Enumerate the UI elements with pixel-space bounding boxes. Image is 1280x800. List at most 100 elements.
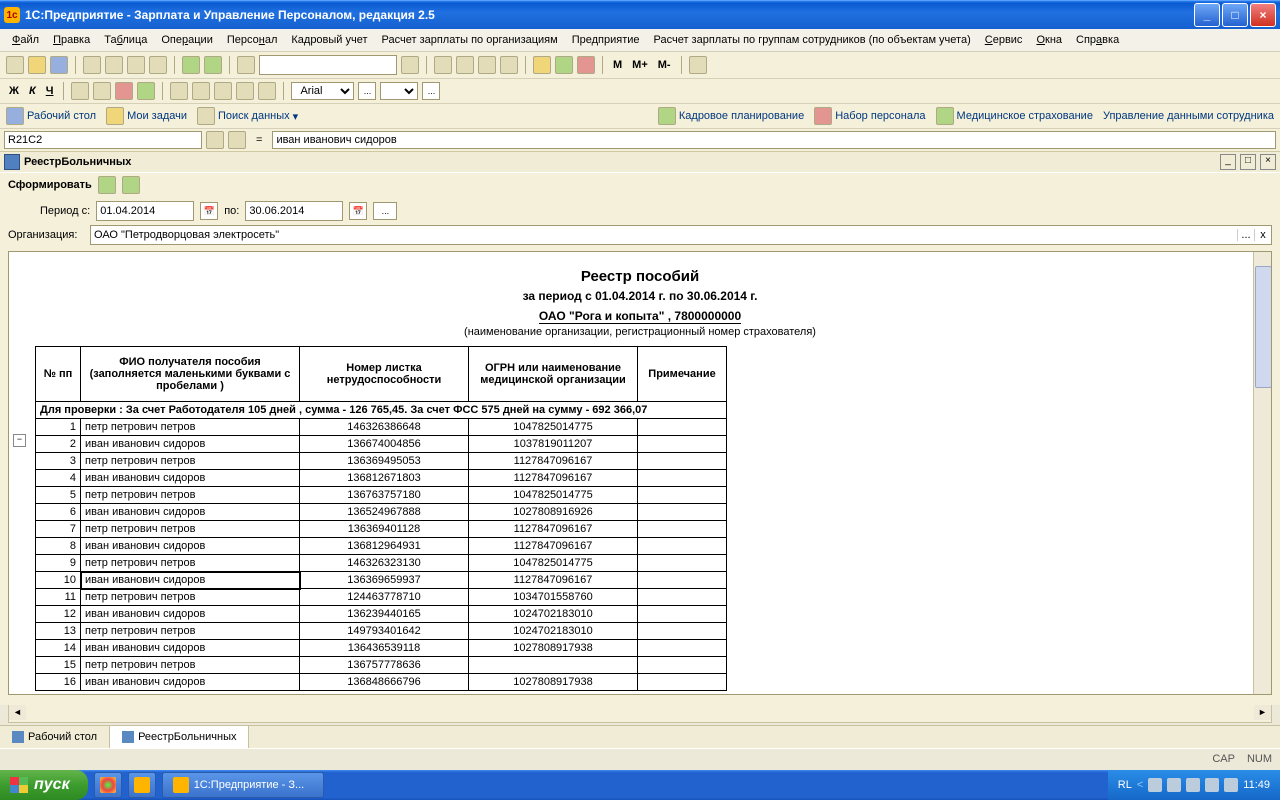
save-icon[interactable] — [50, 56, 68, 74]
bottom-tab-desktop[interactable]: Рабочий стол — [0, 726, 110, 748]
link-empdata[interactable]: Управление данными сотрудника — [1103, 110, 1274, 122]
tray-lang[interactable]: RL — [1118, 779, 1132, 791]
org-input[interactable] — [91, 227, 1237, 243]
taskbar-chrome[interactable] — [94, 772, 122, 798]
cell-value-input[interactable] — [272, 131, 1276, 149]
border-icon[interactable] — [71, 82, 89, 100]
table-row[interactable]: 8иван иванович сидоров136812964931112784… — [36, 538, 727, 555]
user-icon[interactable] — [577, 56, 595, 74]
menu-file[interactable]: Файл — [6, 31, 45, 49]
merge-icon[interactable] — [258, 82, 276, 100]
period-to-cal-icon[interactable]: 📅 — [349, 202, 367, 220]
calc-icon[interactable] — [533, 56, 551, 74]
font-size-select[interactable]: 8 — [380, 82, 418, 100]
maximize-button[interactable]: □ — [1222, 3, 1248, 27]
mdi-restore[interactable]: □ — [1240, 154, 1256, 170]
menu-payroll-org[interactable]: Расчет зарплаты по организациям — [376, 31, 564, 49]
table-row[interactable]: 12иван иванович сидоров13623944016510247… — [36, 606, 727, 623]
tool-icon[interactable] — [689, 56, 707, 74]
tray-icon-2[interactable] — [1167, 778, 1181, 792]
brush-icon[interactable] — [149, 56, 167, 74]
org-clear-button[interactable]: x — [1254, 229, 1271, 241]
mdi-minimize[interactable]: _ — [1220, 154, 1236, 170]
table-row[interactable]: 3петр петрович петров1363694950531127847… — [36, 453, 727, 470]
generate-button[interactable]: Сформировать — [8, 179, 92, 191]
redo-icon[interactable] — [204, 56, 222, 74]
table-row[interactable]: 10иван иванович сидоров13636965993711278… — [36, 572, 727, 589]
open-icon[interactable] — [28, 56, 46, 74]
align-left-icon[interactable] — [170, 82, 188, 100]
font-color-icon[interactable] — [115, 82, 133, 100]
grid2-icon[interactable] — [456, 56, 474, 74]
table-row[interactable]: 2иван иванович сидоров136674004856103781… — [36, 436, 727, 453]
link-search[interactable]: Поиск данных ▾ — [197, 107, 298, 125]
table-row[interactable]: 9петр петрович петров1463263231301047825… — [36, 555, 727, 572]
period-to-input[interactable] — [245, 201, 343, 221]
mminus-button[interactable]: М- — [655, 59, 674, 71]
report-table[interactable]: № ппФИО получателя пособия (заполняется … — [35, 346, 727, 691]
period-from-input[interactable] — [96, 201, 194, 221]
period-from-cal-icon[interactable]: 📅 — [200, 202, 218, 220]
taskbar-1c[interactable]: 1С:Предприятие - З... — [162, 772, 324, 798]
grid1-icon[interactable] — [434, 56, 452, 74]
menu-hr[interactable]: Кадровый учет — [285, 31, 373, 49]
hscroll-left-icon[interactable]: ◄ — [9, 705, 26, 720]
period-more-button[interactable]: ... — [373, 202, 397, 220]
align-center-icon[interactable] — [192, 82, 210, 100]
table-row[interactable]: 6иван иванович сидоров136524967888102780… — [36, 504, 727, 521]
m-button[interactable]: М — [610, 59, 625, 71]
copy-icon[interactable] — [105, 56, 123, 74]
bg-color-icon[interactable] — [137, 82, 155, 100]
menu-personnel[interactable]: Персонал — [221, 31, 284, 49]
grid3-icon[interactable] — [478, 56, 496, 74]
cut-icon[interactable] — [83, 56, 101, 74]
align-right-icon[interactable] — [214, 82, 232, 100]
link-recruit[interactable]: Набор персонала — [814, 107, 925, 125]
menu-help[interactable]: Справка — [1070, 31, 1125, 49]
table-row[interactable]: 4иван иванович сидоров136812671803112784… — [36, 470, 727, 487]
taskbar-folder[interactable] — [128, 772, 156, 798]
menu-edit[interactable]: Правка — [47, 31, 96, 49]
link-medical[interactable]: Медицинское страхование — [936, 107, 1093, 125]
table-row[interactable]: 5петр петрович петров1367637571801047825… — [36, 487, 727, 504]
italic-button[interactable]: К — [26, 85, 39, 97]
menu-table[interactable]: Таблица — [98, 31, 153, 49]
link-tasks[interactable]: Мои задачи — [106, 107, 187, 125]
table-row[interactable]: 16иван иванович сидоров13684866679610278… — [36, 674, 727, 691]
underline-button[interactable]: Ч — [43, 85, 57, 97]
font-size-more[interactable]: ... — [422, 82, 440, 100]
undo-icon[interactable] — [182, 56, 200, 74]
font-name-more[interactable]: ... — [358, 82, 376, 100]
link-planning[interactable]: Кадровое планирование — [658, 107, 804, 125]
cell-tool2-icon[interactable] — [228, 131, 246, 149]
close-button[interactable]: × — [1250, 3, 1276, 27]
org-select-button[interactable]: ... — [1237, 229, 1254, 241]
grid4-icon[interactable] — [500, 56, 518, 74]
menu-enterprise[interactable]: Предприятие — [566, 31, 646, 49]
calendar-icon[interactable] — [555, 56, 573, 74]
table-row[interactable]: 13петр петрович петров149793401642102470… — [36, 623, 727, 640]
paste-icon[interactable] — [127, 56, 145, 74]
tray-icon-5[interactable] — [1224, 778, 1238, 792]
font-name-select[interactable]: Arial — [291, 82, 354, 100]
menu-payroll-group[interactable]: Расчет зарплаты по группам сотрудников (… — [648, 31, 977, 49]
border2-icon[interactable] — [93, 82, 111, 100]
search-input[interactable] — [259, 55, 397, 75]
bold-button[interactable]: Ж — [6, 85, 22, 97]
cell-tool1-icon[interactable] — [206, 131, 224, 149]
mdi-close[interactable]: × — [1260, 154, 1276, 170]
new-icon[interactable] — [6, 56, 24, 74]
tray-icon-1[interactable] — [1148, 778, 1162, 792]
minimize-button[interactable]: _ — [1194, 3, 1220, 27]
tray-icon-4[interactable] — [1205, 778, 1219, 792]
table-row[interactable]: 7петр петрович петров1363694011281127847… — [36, 521, 727, 538]
table-row[interactable]: 15петр петрович петров136757778636 — [36, 657, 727, 674]
action2-icon[interactable] — [122, 176, 140, 194]
table-row[interactable]: 11петр петрович петров124463778710103470… — [36, 589, 727, 606]
menu-operations[interactable]: Операции — [155, 31, 218, 49]
tray-clock[interactable]: 11:49 — [1243, 779, 1270, 791]
table-row[interactable]: 1петр петрович петров1463263866481047825… — [36, 419, 727, 436]
collapse-group-button[interactable]: − — [13, 434, 26, 447]
align-just-icon[interactable] — [236, 82, 254, 100]
search-icon[interactable] — [237, 56, 255, 74]
